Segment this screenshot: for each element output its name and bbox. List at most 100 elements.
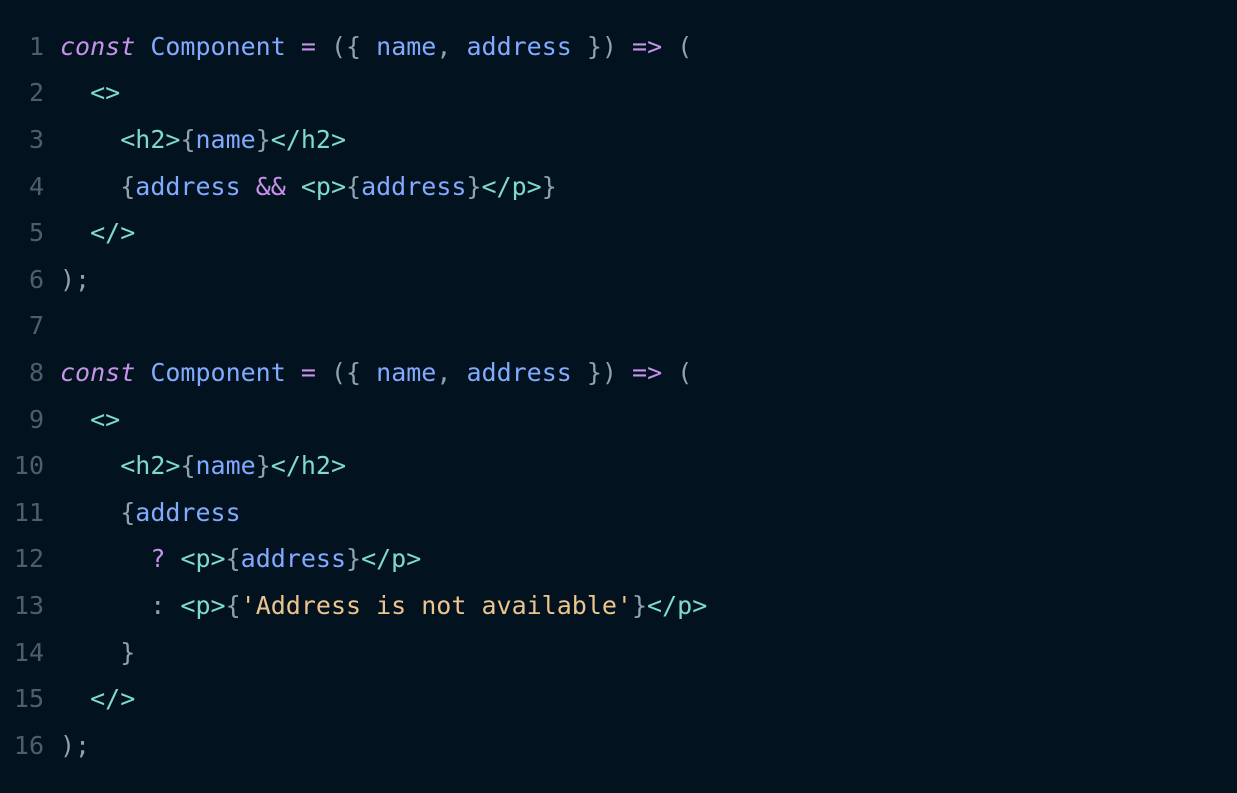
code-token-punctuation: } (346, 544, 362, 574)
code-token-punctuation (60, 78, 90, 107)
code-token-tag: </p> (481, 171, 542, 201)
line-number: 12 (13, 544, 44, 574)
code-line[interactable]: 1 const Component = ({ name, address }) =… (0, 23, 1237, 70)
code-token-punctuation: ); (60, 264, 91, 294)
code-token-tag: </p> (361, 544, 422, 574)
line-text: : <p>{'Address is not available'}</p> (60, 591, 707, 620)
line-text: <> (60, 405, 120, 434)
code-token-punctuation: ({ (315, 357, 377, 387)
code-token-operator: => (632, 357, 663, 387)
code-token-identifier: Component (150, 31, 286, 61)
code-token-punctuation: : (60, 590, 181, 620)
code-line[interactable]: 14 } (0, 629, 1237, 676)
line-number: 9 (28, 404, 44, 434)
code-line[interactable]: 12 ? <p>{address}</p> (0, 536, 1237, 583)
code-editor[interactable]: 1 const Component = ({ name, address }) =… (0, 0, 1237, 793)
code-line[interactable]: 11 {address (0, 489, 1237, 536)
code-token-punctuation: ); (60, 730, 91, 760)
code-token-operator: = (300, 31, 316, 61)
code-token-tag: </h2> (270, 451, 347, 481)
code-token-operator: && (255, 171, 286, 201)
line-number: 16 (13, 730, 44, 760)
line-number: 5 (28, 218, 44, 248)
code-token-tag: </> (90, 684, 136, 714)
code-token-keyword: const (60, 357, 136, 387)
code-token-punctuation (60, 451, 120, 480)
code-token-punctuation: } (466, 171, 482, 201)
code-line[interactable]: 16); (0, 722, 1237, 769)
code-token-tag: </h2> (270, 124, 347, 154)
code-token-punctuation: } (255, 124, 271, 154)
line-text: </> (60, 684, 135, 713)
line-number: 15 (13, 684, 44, 714)
code-line[interactable]: 10 <h2>{name}</h2> (0, 442, 1237, 489)
line-text: <> (60, 78, 120, 107)
line-number: 7 (28, 311, 44, 341)
line-text: ); (60, 731, 90, 760)
code-token-punctuation: , (436, 357, 467, 387)
line-text: ? <p>{address}</p> (60, 544, 421, 573)
code-token-punctuation: , (436, 31, 467, 61)
code-token-punctuation (60, 405, 90, 434)
code-token-punctuation: } (60, 637, 136, 667)
code-token-punctuation (286, 358, 301, 387)
code-token-punctuation (135, 32, 150, 61)
code-line[interactable]: 2 <> (0, 70, 1237, 117)
code-token-tag: </> (90, 218, 136, 248)
code-token-punctuation: { (180, 451, 196, 481)
line-text: <h2>{name}</h2> (60, 125, 346, 154)
code-token-identifier: name (376, 357, 437, 387)
code-line[interactable]: 6); (0, 256, 1237, 303)
code-token-identifier: address (466, 31, 572, 61)
code-token-punctuation: { (346, 171, 362, 201)
code-token-identifier: address (135, 171, 241, 201)
code-token-punctuation (60, 218, 90, 247)
line-text: const Component = ({ name, address }) =>… (60, 358, 692, 387)
line-number: 10 (13, 451, 44, 481)
code-token-tag: <p> (300, 171, 347, 201)
code-token-punctuation: } (255, 451, 271, 481)
code-token-string: 'Address is not available' (240, 590, 632, 620)
code-token-identifier: address (361, 171, 467, 201)
code-token-punctuation: ( (662, 31, 693, 61)
code-token-punctuation (60, 684, 90, 713)
line-number: 2 (28, 78, 44, 108)
code-token-punctuation: { (60, 171, 136, 201)
line-text: const Component = ({ name, address }) =>… (60, 32, 692, 61)
code-line[interactable]: 15 </> (0, 675, 1237, 722)
code-token-punctuation (241, 172, 256, 201)
code-line[interactable]: 8 const Component = ({ name, address }) =… (0, 349, 1237, 396)
code-line[interactable]: 4 {address && <p>{address}</p>} (0, 163, 1237, 210)
code-token-operator: => (632, 31, 663, 61)
code-token-punctuation: ( (662, 357, 693, 387)
code-token-punctuation (286, 32, 301, 61)
code-area[interactable]: 1 const Component = ({ name, address }) =… (0, 23, 1237, 769)
code-token-operator: = (300, 357, 316, 387)
line-text: ); (60, 265, 90, 294)
code-token-punctuation: } (631, 590, 648, 620)
code-token-tag: <h2> (120, 124, 181, 154)
line-number: 8 (28, 357, 44, 387)
line-number: 14 (13, 637, 44, 667)
code-token-operator: ? (150, 544, 166, 574)
code-token-punctuation: ({ (315, 31, 377, 61)
code-token-punctuation: { (225, 544, 241, 574)
code-token-identifier: address (240, 544, 347, 574)
code-token-punctuation: { (180, 124, 196, 154)
code-token-punctuation: { (60, 497, 136, 527)
line-text: {address (60, 497, 241, 527)
code-line[interactable]: 7 (0, 303, 1237, 350)
line-number: 6 (28, 264, 44, 294)
code-token-identifier: address (135, 497, 241, 527)
code-token-identifier: name (195, 451, 256, 481)
code-line[interactable]: 13 : <p>{'Address is not available'}</p> (0, 582, 1237, 629)
code-token-punctuation: } (541, 171, 557, 201)
code-line[interactable]: 3 <h2>{name}</h2> (0, 116, 1237, 163)
code-token-tag: <> (90, 78, 121, 108)
line-text: <h2>{name}</h2> (60, 451, 346, 480)
code-token-identifier: name (376, 31, 437, 61)
line-number: 13 (13, 590, 44, 620)
code-line[interactable]: 9 <> (0, 396, 1237, 443)
code-token-tag: <h2> (120, 451, 181, 481)
code-line[interactable]: 5 </> (0, 209, 1237, 256)
